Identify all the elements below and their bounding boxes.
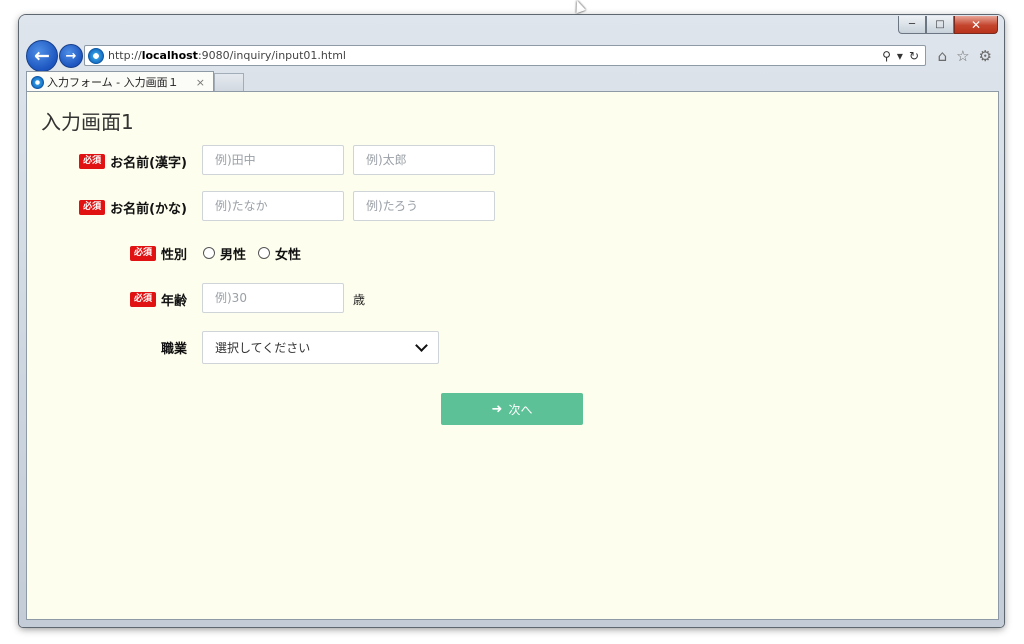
age-label-text: 年齢 bbox=[160, 293, 187, 309]
name-kana-label: 必須 お名前(かな) bbox=[79, 191, 187, 223]
required-badge: 必須 bbox=[129, 291, 156, 307]
gender-female-radio[interactable] bbox=[258, 247, 271, 259]
url-path: :9080/inquiry/input01.html bbox=[197, 49, 346, 62]
name-kanji-label-text: お名前(漢字) bbox=[110, 155, 187, 171]
address-tools: ⚲ ▾ ↻ bbox=[882, 49, 919, 63]
navigation-bar: ← → http://localhost:9080/inquiry/input0… bbox=[26, 40, 996, 72]
row-age: 必須 年齢 歳 bbox=[27, 283, 627, 315]
tab-title: 入力フォーム - 入力画面１ bbox=[47, 76, 179, 89]
dropdown-caret-icon[interactable]: ▾ bbox=[897, 49, 903, 63]
row-gender: 必須 性別 男性 女性 bbox=[27, 237, 627, 269]
page-title: 入力画面1 bbox=[41, 110, 134, 134]
row-name-kana: 必須 お名前(かな) bbox=[27, 191, 627, 223]
forward-arrow-icon: → bbox=[65, 48, 77, 64]
mouse-cursor bbox=[572, 0, 586, 14]
required-badge: 必須 bbox=[79, 153, 106, 169]
last-name-kanji-input[interactable] bbox=[202, 145, 344, 175]
gender-label-text: 性別 bbox=[160, 247, 187, 263]
search-icon[interactable]: ⚲ bbox=[882, 49, 891, 63]
gender-label: 必須 性別 bbox=[129, 237, 187, 269]
address-bar[interactable]: http://localhost:9080/inquiry/input01.ht… bbox=[84, 45, 926, 66]
minimize-button[interactable]: ─ bbox=[898, 16, 926, 34]
next-button-label: 次へ bbox=[508, 402, 533, 417]
next-button[interactable]: ➜ 次へ bbox=[441, 393, 583, 425]
occupation-selected-value: 選択してください bbox=[215, 341, 311, 355]
ie-page-icon bbox=[88, 47, 104, 64]
name-kanji-label: 必須 お名前(漢字) bbox=[79, 145, 187, 177]
age-input[interactable] bbox=[202, 283, 344, 313]
url-scheme: http:// bbox=[108, 49, 142, 62]
close-window-button[interactable]: ✕ bbox=[954, 16, 998, 34]
chevron-down-icon bbox=[415, 339, 428, 352]
gender-male-radio[interactable] bbox=[203, 247, 215, 259]
occupation-select[interactable]: 選択してください bbox=[202, 331, 439, 364]
ie-tab-icon bbox=[31, 75, 44, 89]
gender-female-label[interactable]: 女性 bbox=[275, 244, 301, 263]
maximize-button[interactable]: □ bbox=[926, 16, 954, 34]
tab-strip: 入力フォーム - 入力画面１ × bbox=[26, 71, 996, 92]
occupation-label-text: 職業 bbox=[160, 341, 187, 357]
url-host: localhost bbox=[141, 49, 198, 62]
forward-button[interactable]: → bbox=[59, 44, 83, 68]
first-name-kana-input[interactable] bbox=[353, 191, 495, 221]
home-icon[interactable]: ⌂ bbox=[938, 47, 948, 65]
row-name-kanji: 必須 お名前(漢字) bbox=[27, 145, 627, 177]
gender-male-label[interactable]: 男性 bbox=[220, 244, 246, 263]
age-label: 必須 年齢 bbox=[129, 283, 187, 315]
first-name-kanji-input[interactable] bbox=[353, 145, 495, 175]
arrow-right-icon: ➜ bbox=[491, 401, 503, 417]
refresh-icon[interactable]: ↻ bbox=[909, 49, 919, 63]
browser-window: ─ □ ✕ ← → http://localhost:9080/inquiry/… bbox=[19, 15, 1004, 627]
required-badge: 必須 bbox=[79, 199, 106, 215]
new-tab-button[interactable] bbox=[214, 73, 244, 91]
gender-radio-group: 男性 女性 bbox=[203, 237, 313, 269]
last-name-kana-input[interactable] bbox=[202, 191, 344, 221]
name-kana-label-text: お名前(かな) bbox=[110, 201, 187, 217]
required-badge: 必須 bbox=[129, 245, 156, 261]
tab-close-icon[interactable]: × bbox=[196, 76, 205, 89]
age-unit: 歳 bbox=[353, 292, 366, 307]
browser-toolbar-icons: ⌂ ☆ ⚙ bbox=[938, 47, 992, 65]
tab-input-form[interactable]: 入力フォーム - 入力画面１ × bbox=[26, 71, 214, 92]
favorites-star-icon[interactable]: ☆ bbox=[956, 47, 969, 65]
window-controls: ─ □ ✕ bbox=[898, 16, 998, 34]
settings-gear-icon[interactable]: ⚙ bbox=[979, 47, 992, 65]
page-content: 入力画面1 必須 お名前(漢字) 必須 お名前(かな) 必須 性別 bbox=[26, 91, 999, 620]
back-arrow-icon: ← bbox=[34, 45, 50, 67]
occupation-label: 職業 bbox=[161, 331, 187, 363]
row-occupation: 職業 選択してください bbox=[27, 331, 627, 364]
back-button[interactable]: ← bbox=[26, 40, 58, 72]
